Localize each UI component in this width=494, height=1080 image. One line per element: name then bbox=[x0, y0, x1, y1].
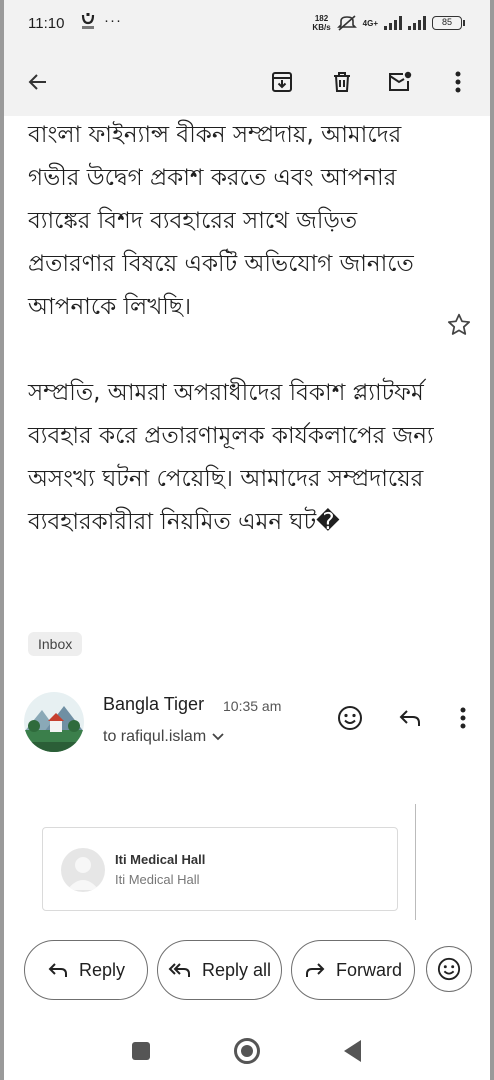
sender-name: Bangla Tiger bbox=[103, 694, 205, 714]
quoted-avatar bbox=[61, 848, 105, 892]
battery-level: 85 bbox=[441, 17, 452, 27]
emoji-react-icon bbox=[437, 957, 461, 981]
back-button[interactable] bbox=[20, 64, 56, 100]
archive-icon bbox=[272, 72, 292, 92]
screen-edge-right bbox=[490, 0, 494, 1080]
network-speed-unit: KB/s bbox=[312, 23, 331, 32]
star-icon[interactable] bbox=[446, 312, 472, 338]
mute-icon bbox=[336, 15, 357, 31]
quoted-card[interactable]: Iti Medical Hall Iti Medical Hall bbox=[42, 827, 398, 911]
home-icon[interactable] bbox=[234, 1038, 260, 1064]
message-paragraph: সম্প্রতি, আমরা অপরাধীদের বিকাশ প্ল্যাটফর… bbox=[28, 380, 434, 535]
action-bar: Reply Reply all Forward bbox=[4, 938, 490, 1002]
quoted-subtitle: Iti Medical Hall bbox=[115, 872, 200, 887]
label-chip[interactable]: Inbox bbox=[28, 632, 83, 656]
more-vert-icon bbox=[460, 707, 466, 729]
network-speed-value: 182 bbox=[314, 14, 329, 23]
forward-button[interactable]: Forward bbox=[291, 940, 415, 1000]
battery-icon: 85 bbox=[432, 16, 465, 30]
chevron-down-icon bbox=[212, 733, 224, 741]
emoji-react-icon bbox=[338, 706, 362, 730]
delete-icon bbox=[334, 72, 350, 92]
forward-icon bbox=[305, 963, 325, 977]
network-speed: 182 KB/s bbox=[312, 14, 330, 32]
more-options-button[interactable] bbox=[440, 64, 476, 100]
network-type: 4G+ bbox=[362, 18, 378, 28]
quoted-title: Iti Medical Hall bbox=[115, 852, 206, 867]
forward-label: Forward bbox=[335, 959, 402, 980]
signal-icon bbox=[384, 16, 402, 30]
status-bar: 11:10 ··· 182 KB/s 4G+ 85 bbox=[4, 0, 490, 48]
archive-button[interactable] bbox=[264, 64, 300, 100]
reply-icon-button[interactable] bbox=[392, 700, 428, 736]
message-paragraph: বাংলা ফাইন্যান্স বীকন সম্প্রদায়, আমাদের… bbox=[28, 122, 414, 320]
reply-label: Reply bbox=[78, 959, 126, 980]
delete-button[interactable] bbox=[324, 64, 360, 100]
reply-all-button[interactable]: Reply all bbox=[157, 940, 282, 1000]
status-indicators: 182 KB/s 4G+ 85 bbox=[312, 14, 465, 32]
add-reaction-button[interactable] bbox=[332, 700, 368, 736]
recents-icon[interactable] bbox=[132, 1042, 150, 1060]
recipient-details[interactable]: to rafiqul.islam bbox=[103, 728, 224, 746]
screen: 11:10 ··· 182 KB/s 4G+ 85 বাংলা ফাইন্যান… bbox=[4, 0, 490, 1080]
reply-all-icon bbox=[168, 963, 190, 977]
notification-icon bbox=[81, 13, 95, 29]
message-body: বাংলা ফাইন্যান্স বীকন সম্প্রদায়, আমাদের… bbox=[28, 114, 448, 587]
back-nav-icon[interactable] bbox=[344, 1040, 361, 1062]
back-arrow-icon bbox=[28, 74, 46, 90]
message-more-button[interactable] bbox=[445, 700, 481, 736]
more-vert-icon bbox=[455, 71, 461, 93]
reply-all-label: Reply all bbox=[201, 959, 272, 980]
reply-button[interactable]: Reply bbox=[24, 940, 148, 1000]
system-nav-bar bbox=[4, 1020, 490, 1080]
reply-icon bbox=[399, 710, 420, 726]
status-time: 11:10 bbox=[28, 15, 65, 32]
avatar[interactable] bbox=[24, 692, 84, 752]
sent-time: 10:35 am bbox=[223, 698, 282, 714]
mark-unread-icon bbox=[389, 71, 412, 91]
recipient-label: to rafiqul.islam bbox=[103, 728, 207, 745]
app-bar bbox=[4, 48, 490, 116]
signal-2-icon bbox=[408, 16, 426, 30]
reply-icon bbox=[48, 963, 67, 977]
status-more: ··· bbox=[104, 12, 122, 29]
mark-unread-button[interactable] bbox=[382, 64, 418, 100]
emoji-reaction-button[interactable] bbox=[426, 946, 472, 992]
